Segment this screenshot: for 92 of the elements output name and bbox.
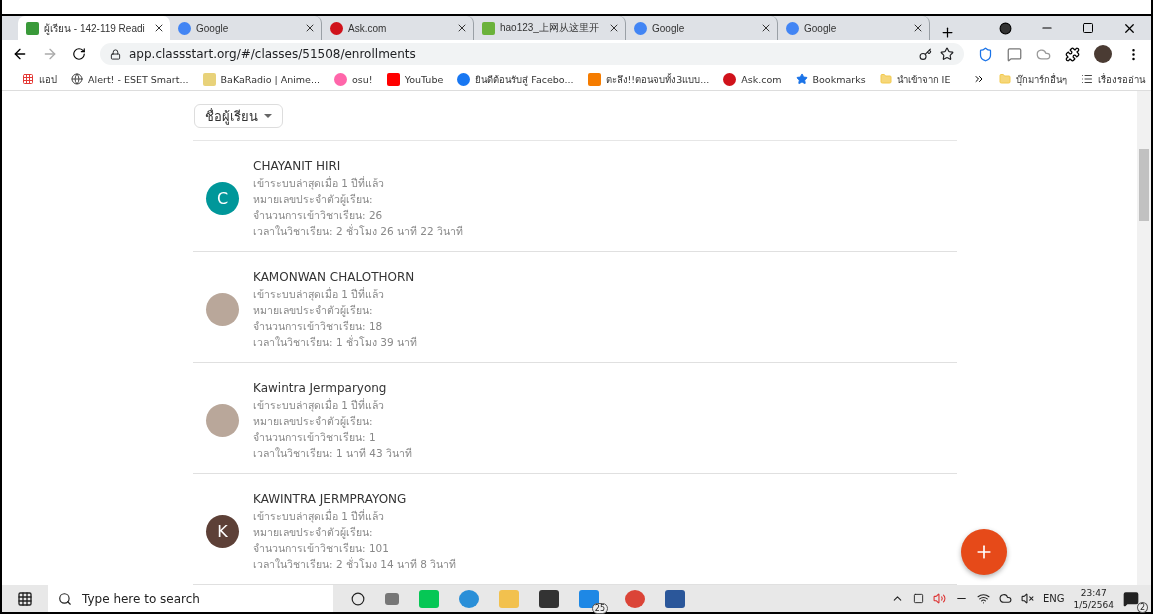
photo-placeholder — [206, 292, 239, 326]
scrollbar[interactable] — [1137, 91, 1151, 585]
list-icon — [1081, 73, 1093, 85]
close-icon[interactable] — [153, 22, 165, 34]
student-detail: เข้าระบบล่าสุดเมื่อ 1 ปีที่แล้ว — [253, 286, 386, 302]
site-favicon-icon — [26, 21, 39, 35]
address-bar[interactable]: app.classstart.org/#/classes/51508/enrollments — [100, 43, 964, 65]
apps-icon — [22, 73, 34, 85]
student-detail: เข้าระบบล่าสุดเมื่อ 1 ปีที่แล้ว — [253, 175, 386, 191]
student-detail: หมายเลขประจำตัวผู้เรียน: — [253, 414, 374, 429]
google-logo-icon — [634, 21, 647, 35]
photo-placeholder — [206, 403, 239, 437]
profile-avatar[interactable] — [1094, 45, 1112, 63]
folder-icon — [999, 73, 1011, 85]
caret-icon — [264, 114, 272, 119]
windows-start-icon[interactable] — [17, 590, 33, 607]
new-tab-icon[interactable] — [940, 25, 955, 40]
key-icon[interactable] — [919, 47, 932, 61]
site-favicon-icon — [386, 72, 400, 86]
student-name: Kawintra Jermparyong — [253, 380, 388, 397]
back-icon[interactable] — [12, 46, 28, 62]
bookmark-link[interactable]: ตะลึง!!ตอนจบทั้ง3แบบ... — [587, 71, 710, 87]
taskbar-search-field[interactable]: Type here to search — [48, 585, 333, 612]
bookmark-link[interactable]: แอป — [22, 71, 57, 87]
clock[interactable]: 23:47 1/5/2564 — [1073, 586, 1114, 611]
site-favicon-icon — [330, 21, 343, 35]
avatar: K — [206, 514, 239, 548]
close-icon[interactable] — [608, 22, 620, 34]
site-favicon-icon — [482, 21, 495, 35]
student-detail: หมายเลขประจำตัวผู้เรียน: — [253, 525, 374, 540]
star-icon — [795, 73, 808, 85]
student-detail: จำนวนการเข้าวิชาเรียน: 101 — [253, 541, 390, 556]
dropdown-icon[interactable] — [999, 21, 1012, 35]
student-detail: จำนวนการเข้าวิชาเรียน: 26 — [253, 208, 384, 223]
language-indicator[interactable]: ENG — [1043, 593, 1065, 604]
site-favicon-icon — [202, 72, 216, 86]
search-icon — [58, 591, 72, 606]
add-button[interactable] — [961, 529, 1007, 575]
notification-badge: 2 — [1136, 601, 1148, 613]
close-icon[interactable] — [456, 22, 468, 34]
avatar: C — [206, 181, 239, 215]
student-name: CHAYANIT HIRI — [253, 158, 342, 175]
student-detail: หมายเลขประจำตัวผู้เรียน: — [253, 192, 374, 207]
bookmark-link[interactable]: บุ๊กมาร์กอื่นๆ — [999, 71, 1067, 87]
google-logo-icon — [178, 21, 191, 35]
site-favicon-icon — [457, 72, 471, 86]
bookmark-link[interactable]: YouTube — [386, 72, 444, 86]
student-detail: เข้าระบบล่าสุดเมื่อ 1 ปีที่แล้ว — [253, 508, 386, 524]
folder-icon — [879, 73, 892, 85]
student-detail: เวลาในวิชาเรียน: 1 นาที 43 วินาที — [253, 446, 412, 461]
bookmark-link[interactable]: Ask.com — [723, 72, 782, 86]
lock-icon — [110, 48, 121, 60]
mute-icon[interactable] — [1021, 592, 1034, 605]
student-detail: จำนวนการเข้าวิชาเรียน: 1 — [253, 430, 377, 445]
restore-icon[interactable] — [1082, 22, 1094, 34]
student-detail: หมายเลขประจำตัวผู้เรียน: — [253, 303, 374, 318]
mail-count-badge: 25 — [591, 602, 608, 614]
bookmark-link[interactable]: ยินดีต้อนรับสู่ Facebo... — [457, 71, 574, 87]
reload-icon[interactable] — [72, 47, 86, 61]
bookmark-link[interactable]: เรื่องรออ่าน — [1081, 71, 1145, 87]
student-detail: เวลาในวิชาเรียน: 2 ชั่วโมง 26 นาที 22 วินาที — [253, 223, 463, 239]
wifi-icon[interactable] — [977, 592, 990, 605]
bookmark-star-icon[interactable] — [940, 47, 954, 61]
bookmark-link[interactable]: BaKaRadio | Anime... — [202, 72, 321, 86]
cortana-icon[interactable] — [351, 591, 365, 606]
shield-icon[interactable] — [978, 46, 993, 62]
sort-dropdown[interactable]: ชื่อผู้เรียน — [194, 104, 283, 129]
globe-icon — [71, 73, 83, 85]
student-detail: เวลาในวิชาเรียน: 2 ชั่วโมง 14 นาที 8 วินาที — [253, 556, 457, 572]
google-logo-icon — [786, 21, 799, 35]
student-detail: เวลาในวิชาเรียน: 1 ชั่วโมง 39 นาที — [253, 334, 417, 350]
notification-icon[interactable] — [1123, 590, 1139, 607]
site-favicon-icon — [587, 72, 601, 86]
site-favicon-icon — [723, 72, 737, 86]
site-favicon-icon — [334, 72, 348, 86]
student-name: KAWINTRA JERMPRAYONG — [253, 491, 408, 508]
more-bookmarks-icon[interactable] — [973, 73, 985, 85]
student-detail: จำนวนการเข้าวิชาเรียน: 18 — [253, 319, 384, 334]
chat-icon[interactable] — [1007, 46, 1022, 62]
close-icon[interactable] — [304, 22, 316, 34]
bookmark-link[interactable]: Bookmarks — [795, 73, 866, 85]
student-name: KAMONWAN CHALOTHORN — [253, 269, 416, 286]
browser-tab[interactable]: ผู้เรียน - 142-119 Readi — [18, 16, 170, 40]
student-detail: เข้าระบบล่าสุดเมื่อ 1 ปีที่แล้ว — [253, 397, 386, 413]
bookmark-link[interactable]: นำเข้าจาก IE — [879, 71, 951, 87]
volume-icon[interactable] — [933, 592, 946, 605]
cloud-icon[interactable] — [999, 592, 1012, 605]
close-icon[interactable] — [912, 22, 924, 34]
bookmark-link[interactable]: Alert! - ESET Smart... — [71, 73, 189, 85]
bookmark-link[interactable]: osu! — [334, 72, 373, 86]
extensions-icon[interactable] — [1065, 46, 1080, 62]
close-icon[interactable] — [760, 22, 772, 34]
